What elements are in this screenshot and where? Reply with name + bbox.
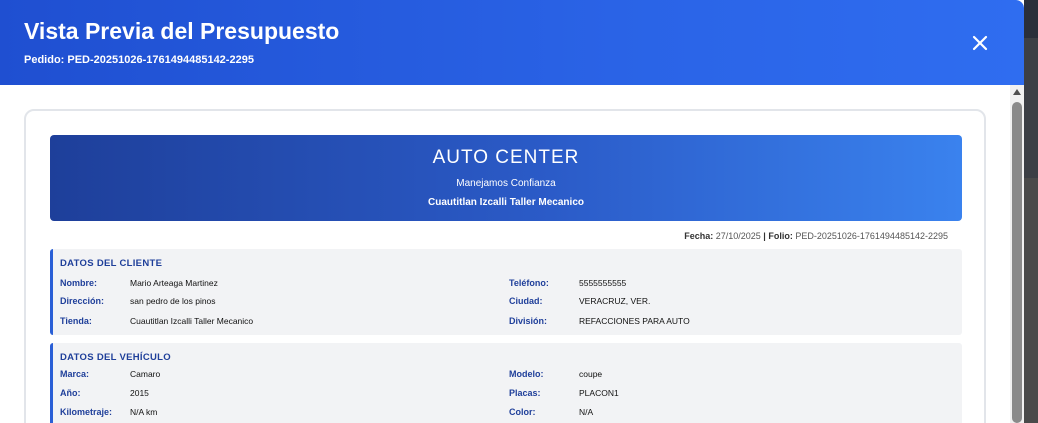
vehicle-plates-label: Placas: — [509, 388, 541, 398]
vehicle-mileage-value: N/A km — [130, 407, 158, 417]
vehicle-plates-value: PLACON1 — [579, 388, 619, 398]
client-city-label: Ciudad: — [509, 296, 543, 306]
client-division-label: División: — [509, 316, 548, 326]
vehicle-mileage-label: Kilometraje: — [60, 407, 113, 417]
scrollbar-thumb[interactable] — [1012, 102, 1022, 423]
client-phone-value: 5555555555 — [579, 278, 627, 288]
vertical-scrollbar[interactable] — [1010, 85, 1024, 423]
company-name: AUTO CENTER — [432, 147, 580, 168]
folio-value: PED-20251026-1761494485142-2295 — [795, 231, 948, 241]
vehicle-model-label: Modelo: — [509, 369, 544, 379]
client-name-value: Mario Arteaga Martinez — [130, 278, 218, 288]
client-address-label: Dirección: — [60, 296, 105, 306]
client-store-value: Cuautitlan Izcalli Taller Mecanico — [130, 316, 254, 326]
date-value: 27/10/2025 — [715, 231, 761, 241]
client-section-title: DATOS DEL CLIENTE — [60, 258, 163, 269]
date-folio-line: Fecha: 27/10/2025 | Folio: PED-20251026-… — [684, 231, 948, 241]
modal-backdrop — [1024, 0, 1038, 423]
vehicle-color-label: Color: — [509, 407, 536, 417]
folio-label: Folio: — [768, 231, 793, 241]
close-icon — [972, 35, 988, 51]
vehicle-year-value: 2015 — [130, 388, 149, 398]
client-store-label: Tienda: — [60, 316, 92, 326]
vehicle-year-label: Año: — [60, 388, 81, 398]
client-division-value: REFACCIONES PARA AUTO — [579, 316, 690, 326]
scroll-up-arrow-icon[interactable] — [1013, 89, 1021, 95]
company-slogan: Manejamos Confianza — [456, 178, 556, 189]
vehicle-brand-value: Camaro — [130, 369, 161, 379]
client-address-value: san pedro de los pinos — [130, 296, 216, 306]
meta-separator: | — [763, 231, 766, 241]
company-banner: AUTO CENTER Manejamos Confianza Cuautitl… — [50, 135, 962, 221]
vehicle-section: DATOS DEL VEHÍCULO Marca: Camaro Modelo:… — [50, 343, 962, 423]
modal-header: Vista Previa del Presupuesto Pedido: PED… — [0, 0, 1024, 85]
modal-title: Vista Previa del Presupuesto — [24, 18, 340, 44]
company-branch: Cuautitlan Izcalli Taller Mecanico — [428, 197, 584, 208]
client-name-label: Nombre: — [60, 278, 98, 288]
date-label: Fecha: — [684, 231, 714, 241]
order-number: Pedido: PED-20251026-1761494485142-2295 — [24, 54, 254, 66]
vehicle-brand-label: Marca: — [60, 369, 90, 379]
vehicle-color-value: N/A — [579, 407, 594, 417]
close-button[interactable] — [966, 29, 994, 57]
client-city-value: VERACRUZ, VER. — [579, 296, 651, 306]
client-section: DATOS DEL CLIENTE Nombre: Mario Arteaga … — [50, 249, 962, 335]
client-phone-label: Teléfono: — [509, 278, 549, 288]
vehicle-model-value: coupe — [579, 369, 603, 379]
vehicle-section-title: DATOS DEL VEHÍCULO — [60, 352, 171, 363]
budget-preview-modal: Vista Previa del Presupuesto Pedido: PED… — [0, 0, 1024, 423]
backdrop-strip-mid — [1024, 38, 1038, 178]
